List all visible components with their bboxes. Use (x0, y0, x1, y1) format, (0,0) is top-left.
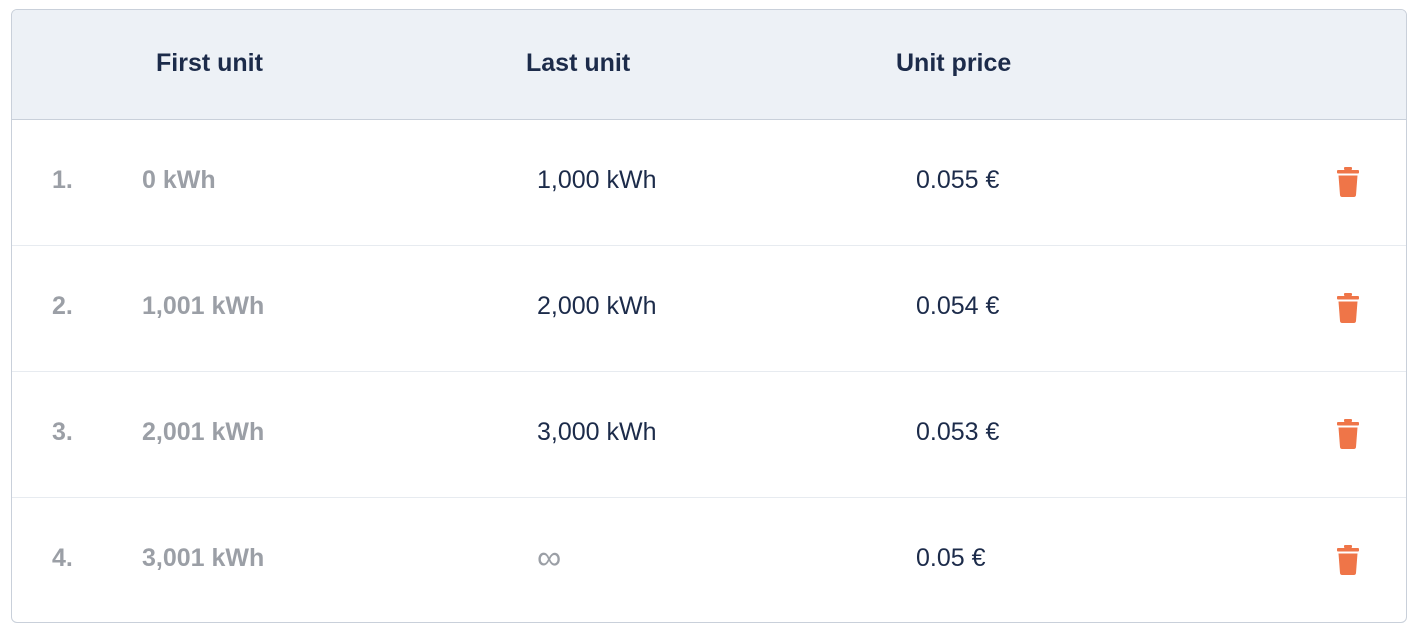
last-unit-value[interactable]: 2,000 kWh (537, 246, 657, 371)
trash-icon (1337, 293, 1359, 323)
table-header: First unit Last unit Unit price (12, 10, 1406, 120)
trash-icon (1337, 545, 1359, 575)
row-index: 3. (52, 418, 73, 446)
unit-price-value[interactable]: 0.053 € (916, 372, 999, 497)
table-body: 1. 0 kWh 1,000 kWh 0.055 € 2. 1,001 kWh … (12, 120, 1406, 622)
delete-row-button[interactable] (1330, 416, 1366, 452)
delete-row-button[interactable] (1330, 542, 1366, 578)
last-unit-value[interactable]: 1,000 kWh (537, 120, 657, 245)
trash-icon (1337, 419, 1359, 449)
first-unit-value: 0 kWh (142, 166, 216, 194)
row-index: 4. (52, 544, 73, 572)
column-header-unit-price: Unit price (896, 49, 1012, 77)
delete-row-button[interactable] (1330, 290, 1366, 326)
table-row: 1. 0 kWh 1,000 kWh 0.055 € (12, 120, 1406, 246)
column-header-last-unit: Last unit (526, 49, 631, 77)
unit-price-value[interactable]: 0.05 € (916, 498, 986, 622)
last-unit-infinity: ∞ (537, 539, 562, 577)
row-index: 2. (52, 292, 73, 320)
table-row: 4. 3,001 kWh ∞ 0.05 € (12, 498, 1406, 622)
table-row: 2. 1,001 kWh 2,000 kWh 0.054 € (12, 246, 1406, 372)
delete-row-button[interactable] (1330, 164, 1366, 200)
unit-price-value[interactable]: 0.055 € (916, 120, 999, 245)
tier-pricing-table: First unit Last unit Unit price 1. 0 kWh… (11, 9, 1407, 623)
first-unit-value: 1,001 kWh (142, 292, 265, 320)
column-header-first-unit: First unit (156, 49, 263, 77)
trash-icon (1337, 167, 1359, 197)
row-index: 1. (52, 166, 73, 194)
last-unit-value[interactable]: 3,000 kWh (537, 372, 657, 497)
first-unit-value: 3,001 kWh (142, 544, 265, 572)
table-row: 3. 2,001 kWh 3,000 kWh 0.053 € (12, 372, 1406, 498)
unit-price-value[interactable]: 0.054 € (916, 246, 999, 371)
first-unit-value: 2,001 kWh (142, 418, 265, 446)
